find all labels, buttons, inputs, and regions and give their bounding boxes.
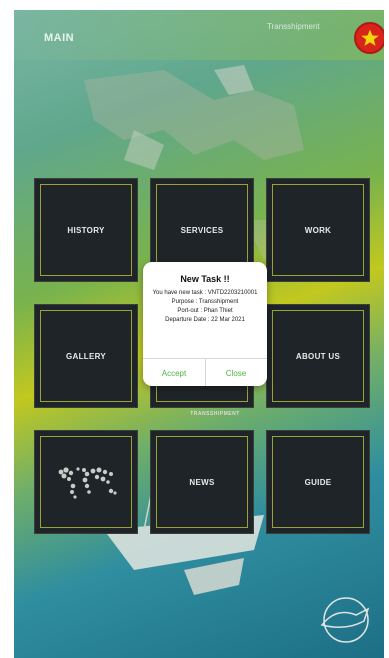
tile-news[interactable]: NEWS [150,430,254,534]
tile-label: GALLERY [65,351,107,361]
tile-label: GUIDE [304,477,332,487]
dialog-port-line: Port-out : Phan Thiet [177,308,233,314]
page-title: MAIN [44,32,75,44]
tile-guide[interactable]: GUIDE [266,430,370,534]
tile-label: ABOUT US [295,351,341,361]
app-header: MAIN Transshipment [14,10,384,60]
star-icon [361,29,379,46]
tile-label: WORK [304,225,332,235]
tile-label: SERVICES [180,225,224,235]
dialog-departure-line: Departure Date : 22 Mar 2021 [165,317,245,323]
header-subtitle: Transshipment [267,22,320,31]
tile-label: TRANSSHIPMENT [190,411,240,417]
transshipment-caption-area: TRANSSHIPMENT [170,396,260,420]
tile-history[interactable]: HISTORY [34,178,138,282]
tile-work[interactable]: WORK [266,178,370,282]
dialog-purpose-line: Purpose : Transshipment [171,299,239,305]
new-task-dialog: New Task !! You have new task : VNTD2203… [143,262,267,386]
tile-about-us[interactable]: ABOUT US [266,304,370,408]
dialog-title: New Task !! [180,274,230,284]
tile-world-map[interactable] [34,430,138,534]
dialog-actions: Accept Close [143,358,267,386]
accept-button[interactable]: Accept [143,359,205,386]
tile-label: HISTORY [67,225,105,235]
tile-label: NEWS [189,477,215,487]
dialog-task-line: You have new task : VNTD2203210001 [152,290,258,296]
world-map-icon [58,467,117,499]
vietnam-flag-icon[interactable] [354,22,384,54]
close-button[interactable]: Close [205,359,267,386]
tile-gallery[interactable]: GALLERY [34,304,138,408]
company-logo [320,597,370,643]
